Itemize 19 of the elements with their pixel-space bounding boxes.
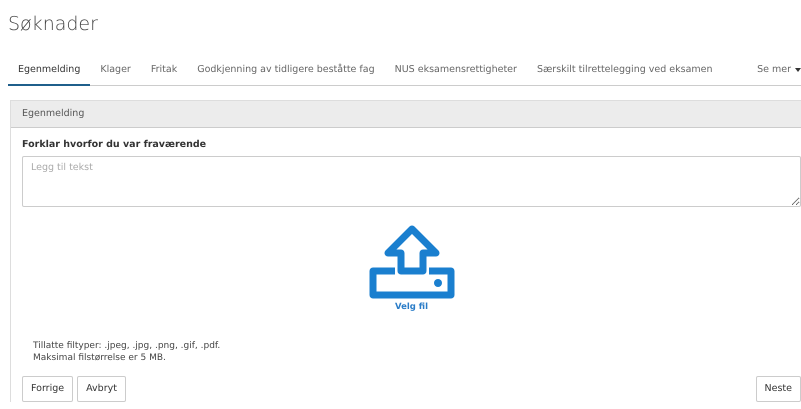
tab[interactable]: Klager: [90, 58, 141, 86]
tab[interactable]: Egenmelding: [8, 58, 90, 86]
more-tab[interactable]: Se mer: [747, 58, 801, 86]
nav-button[interactable]: Forrige: [22, 376, 74, 402]
panel-header: Egenmelding: [11, 100, 801, 128]
info-text: Tillatte filtyper: .jpeg, .jpg, .png, .gif, .pdf.: [33, 340, 222, 352]
upload-icon[interactable]: [368, 225, 456, 300]
info-text: Maksimal filstørrelse er 5 MB.: [33, 352, 167, 364]
text-area[interactable]: Legg til tekst: [22, 156, 801, 208]
tab[interactable]: Særskilt tilrettelegging ved eksamen: [526, 58, 723, 86]
field-label: Forklar hvorfor du var fraværende: [22, 138, 208, 152]
tab[interactable]: NUS eksamensrettigheter: [384, 58, 527, 86]
nav-button[interactable]: Neste: [756, 376, 801, 402]
choose-file-link[interactable]: Velg fil: [394, 301, 428, 314]
page-title: Søknader: [8, 12, 99, 37]
nav-button[interactable]: Avbryt: [77, 376, 126, 402]
tab[interactable]: Fritak: [140, 58, 188, 86]
caret-icon: [795, 68, 801, 72]
tab[interactable]: Godkjenning av tidligere beståtte fag: [187, 58, 385, 86]
